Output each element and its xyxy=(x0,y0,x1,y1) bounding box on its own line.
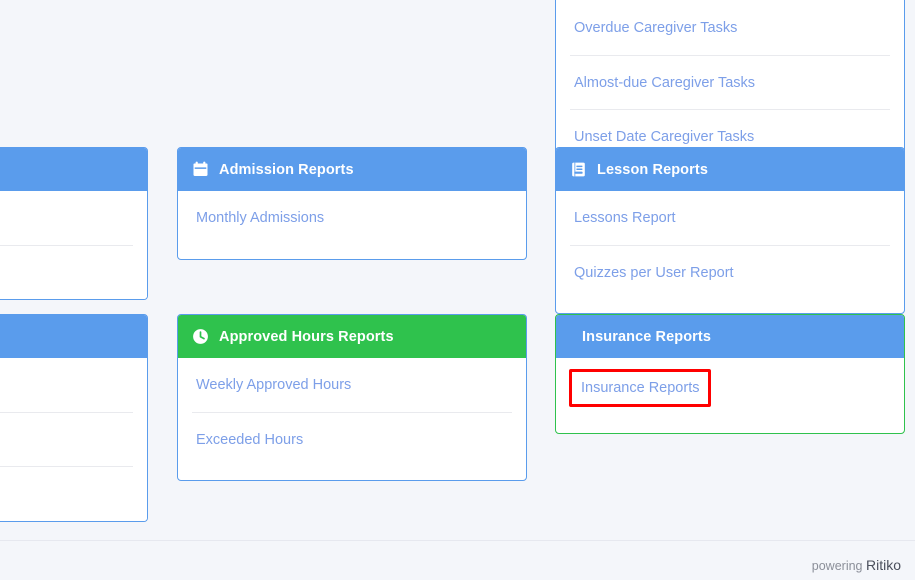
card-header-approved-hours-reports: Approved Hours Reports xyxy=(178,315,526,358)
report-link-insurance-reports[interactable]: Insurance Reports xyxy=(569,369,711,407)
report-link-weekly-approved-hours[interactable]: Weekly Approved Hours xyxy=(192,358,512,413)
card-insurance-reports: Insurance Reports Insurance Reports xyxy=(555,314,905,434)
report-link-exceeded-hours[interactable]: Exceeded Hours xyxy=(192,413,512,467)
card-title: Insurance Reports xyxy=(582,329,711,345)
report-link-partial[interactable] xyxy=(0,246,133,300)
card-body: Insurance Reports xyxy=(556,358,904,419)
card-title: Lesson Reports xyxy=(597,162,708,178)
card-body xyxy=(0,358,147,521)
card-bottom-spacer xyxy=(556,299,904,313)
report-link-overdue-caregiver-tasks[interactable]: Overdue Caregiver Tasks xyxy=(570,1,890,56)
card-header-admission-reports: Admission Reports xyxy=(178,148,526,191)
card-bottom-spacer xyxy=(178,466,526,480)
footer-brand-ritiko: Ritiko xyxy=(866,557,901,573)
report-link-almost-due-caregiver-tasks[interactable]: Almost-due Caregiver Tasks xyxy=(570,56,890,111)
report-link-partial[interactable] xyxy=(0,191,133,246)
book-icon xyxy=(570,161,587,178)
card-bottom-spacer xyxy=(556,419,904,433)
reports-grid: Overdue Caregiver Tasks Almost-due Careg… xyxy=(0,0,915,540)
reports-page: Overdue Caregiver Tasks Almost-due Careg… xyxy=(0,0,915,580)
report-link-monthly-admissions[interactable]: Monthly Admissions xyxy=(192,191,512,245)
clock-icon xyxy=(192,328,209,345)
card-admission-reports: Admission Reports Monthly Admissions xyxy=(177,147,527,260)
card-header xyxy=(0,148,147,191)
card-lesson-reports: Lesson Reports Lessons Report Quizzes pe… xyxy=(555,147,905,314)
card-header-lesson-reports: Lesson Reports xyxy=(556,148,904,191)
report-link-partial[interactable] xyxy=(0,467,133,521)
card-body xyxy=(0,191,147,299)
report-link-quizzes-per-user-report[interactable]: Quizzes per User Report xyxy=(570,246,890,300)
report-link-partial[interactable] xyxy=(0,358,133,413)
card-title: Admission Reports xyxy=(219,162,354,178)
card-header-insurance-reports: Insurance Reports xyxy=(556,315,904,358)
card-left-lower-partial xyxy=(0,314,148,522)
footer-credit: powering Ritiko xyxy=(812,557,901,573)
card-approved-hours-reports: Approved Hours Reports Weekly Approved H… xyxy=(177,314,527,481)
report-link-lessons-report[interactable]: Lessons Report xyxy=(570,191,890,246)
report-link-partial[interactable] xyxy=(0,413,133,468)
page-footer: powering Ritiko xyxy=(0,540,915,580)
card-header xyxy=(0,315,147,358)
card-body: Lessons Report Quizzes per User Report xyxy=(556,191,904,299)
card-bottom-spacer xyxy=(178,245,526,259)
card-body: Overdue Caregiver Tasks Almost-due Careg… xyxy=(556,0,904,164)
card-title: Approved Hours Reports xyxy=(219,329,394,345)
calendar-icon xyxy=(192,161,209,178)
card-left-upper-partial xyxy=(0,147,148,300)
card-body: Weekly Approved Hours Exceeded Hours xyxy=(178,358,526,466)
footer-credit-prefix: powering xyxy=(812,559,866,573)
card-body: Monthly Admissions xyxy=(178,191,526,245)
